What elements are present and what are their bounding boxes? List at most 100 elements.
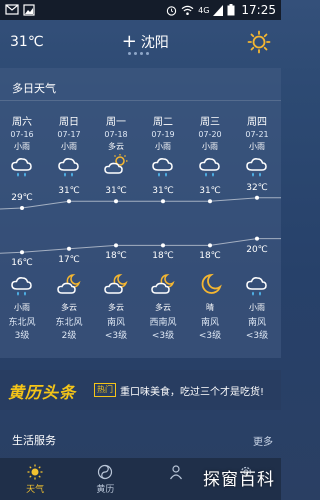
signal-icon — [213, 4, 224, 16]
day-name: 周一 — [106, 117, 126, 128]
night-column[interactable]: 多云西南风 <3级 — [140, 272, 186, 343]
low-temp-point — [255, 236, 259, 241]
high-temp-point — [255, 195, 259, 200]
wind-direction: 南风 — [247, 318, 266, 328]
rain-cloud-icon — [0, 153, 45, 179]
night-column[interactable]: 晴南风 <3级 — [187, 272, 233, 343]
rain-cloud-icon — [234, 272, 280, 298]
day-condition: 小雨 — [155, 142, 171, 151]
header: 31℃ + 沈阳 — [0, 20, 281, 64]
low-temp-label: 18℃ — [105, 251, 127, 262]
tab-label: 黄历 — [96, 485, 115, 495]
network-type: 4G — [198, 5, 210, 15]
sun-icon[interactable] — [247, 30, 271, 54]
low-temp-point — [114, 243, 118, 248]
day-name: 周日 — [59, 117, 79, 128]
watermark: 探窗百科 — [203, 470, 275, 490]
low-temp-point — [20, 250, 24, 255]
day-date: 07-21 — [245, 130, 269, 139]
day-condition: 小雨 — [202, 142, 218, 151]
day-column[interactable]: 周日 07-17 小雨 — [46, 113, 92, 179]
day-column[interactable]: 周三 07-20 小雨 — [187, 113, 233, 179]
tab-weather[interactable]: 天气 — [0, 458, 70, 500]
cloudy-night-icon — [46, 272, 92, 298]
alarm-icon — [166, 5, 177, 16]
wind-level: <3级 — [104, 331, 128, 341]
high-temp-label: 31℃ — [199, 186, 221, 197]
status-time: 17:25 — [241, 3, 276, 17]
wind-level: 3级 — [14, 331, 30, 341]
ad-logo: 黄历头条 — [8, 383, 77, 402]
battery-icon — [227, 4, 235, 16]
night-condition: 多云 — [61, 303, 77, 312]
day-date: 07-18 — [104, 130, 128, 139]
night-condition: 多云 — [108, 303, 124, 312]
person-icon — [169, 465, 182, 480]
yin-yang-icon — [98, 464, 113, 480]
high-temp-label: 31℃ — [152, 186, 174, 197]
moon-icon — [187, 272, 233, 298]
ad-banner[interactable]: 黄历头条 热门 重口味美食，吃过三个才是吃货! — [0, 370, 281, 410]
wind-level: <3级 — [198, 331, 222, 341]
day-date: 07-16 — [10, 130, 34, 139]
wind-direction: 东北风 — [55, 318, 83, 328]
tab-profile[interactable] — [141, 458, 211, 500]
day-column[interactable]: 周二 07-19 小雨 — [140, 113, 186, 179]
tab-label: 天气 — [26, 485, 45, 495]
wind-level: <3级 — [245, 331, 269, 341]
high-temp-label: 31℃ — [58, 186, 80, 197]
city-name: 沈阳 — [140, 35, 169, 51]
more-link[interactable]: 更多 — [253, 433, 273, 448]
rain-cloud-icon — [46, 153, 92, 179]
add-city-icon[interactable]: + — [122, 33, 137, 51]
wind-level: <3级 — [151, 331, 175, 341]
status-right: 4G 17:25 — [166, 3, 276, 17]
day-column[interactable]: 周一 07-18 多云 — [93, 113, 139, 179]
low-temp-line — [0, 238, 281, 254]
hot-badge: 热门 — [94, 383, 116, 397]
wifi-icon — [181, 5, 194, 15]
day-name: 周三 — [200, 117, 220, 128]
day-date: 07-19 — [151, 130, 175, 139]
city-selector[interactable]: + 沈阳 — [122, 32, 169, 52]
low-temp-label: 18℃ — [199, 251, 221, 262]
high-temp-label: 32℃ — [246, 182, 268, 193]
day-condition: 小雨 — [14, 142, 30, 151]
day-date: 07-20 — [198, 130, 222, 139]
night-condition: 小雨 — [249, 303, 265, 312]
low-temp-point — [67, 246, 71, 251]
wind-direction: 西南风 — [149, 318, 177, 328]
day-condition: 小雨 — [61, 142, 77, 151]
high-temp-point — [114, 199, 118, 204]
status-bar: 4G 17:25 — [0, 0, 281, 20]
day-name: 周四 — [247, 117, 267, 128]
sun-icon — [27, 464, 43, 480]
high-temp-point — [208, 199, 212, 204]
night-column[interactable]: 多云南风 <3级 — [93, 272, 139, 343]
low-temp-point — [208, 243, 212, 248]
night-condition: 多云 — [155, 303, 171, 312]
day-column[interactable]: 周四 07-21 小雨 — [234, 113, 280, 179]
partly-cloudy-icon — [93, 153, 139, 179]
night-column[interactable]: 小雨南风 <3级 — [234, 272, 280, 343]
day-column[interactable]: 周六 07-16 小雨 — [0, 113, 45, 179]
rain-cloud-icon — [140, 153, 186, 179]
section-title: 多日天气 — [12, 82, 56, 95]
night-column[interactable]: 多云 东北风 2级 — [46, 272, 92, 343]
day-date: 07-17 — [57, 130, 81, 139]
high-temp-label: 31℃ — [105, 186, 127, 197]
rain-cloud-icon — [234, 153, 280, 179]
wind-direction: 南风 — [106, 318, 125, 328]
ad-headline[interactable]: 重口味美食，吃过三个才是吃货! — [120, 383, 264, 398]
high-temp-line — [0, 197, 281, 210]
life-services-title: 生活服务 — [12, 434, 56, 447]
message-icon — [5, 4, 19, 15]
image-icon — [23, 4, 35, 16]
current-temperature: 31℃ — [10, 34, 44, 50]
divider — [0, 100, 281, 101]
high-temp-point — [67, 199, 71, 204]
night-column[interactable]: 小雨 东北风 3级 — [0, 272, 45, 343]
tab-almanac[interactable]: 黄历 — [70, 458, 140, 500]
rain-cloud-icon — [0, 272, 45, 298]
high-temp-point — [161, 199, 165, 204]
